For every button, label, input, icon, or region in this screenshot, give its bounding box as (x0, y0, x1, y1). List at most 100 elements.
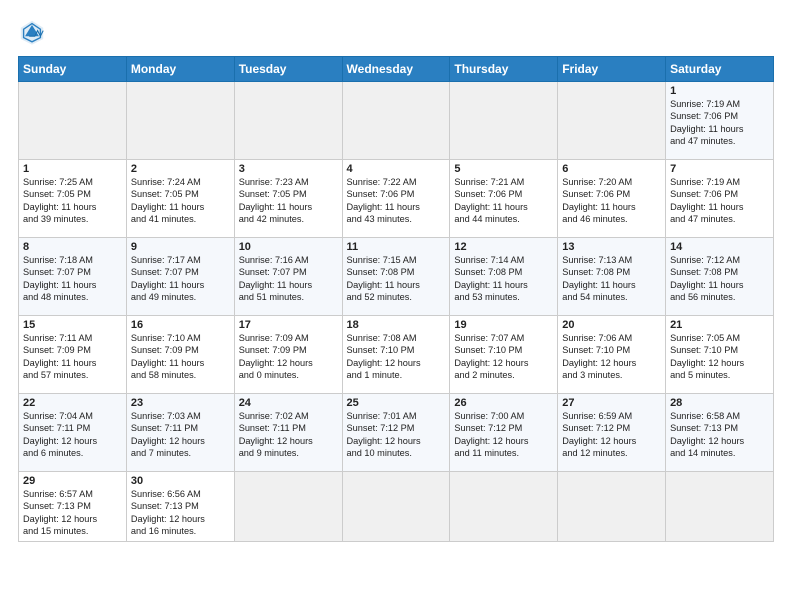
day-detail: Daylight: 11 hours (131, 279, 230, 291)
calendar-week-row: 8Sunrise: 7:18 AMSunset: 7:07 PMDaylight… (19, 238, 774, 316)
table-row (342, 82, 450, 160)
day-detail: Sunset: 7:10 PM (562, 344, 661, 356)
day-number: 1 (670, 85, 769, 97)
table-row: 7Sunrise: 7:19 AMSunset: 7:06 PMDaylight… (666, 160, 774, 238)
day-detail: Daylight: 11 hours (239, 279, 338, 291)
day-detail: Sunrise: 7:16 AM (239, 254, 338, 266)
day-detail: Sunrise: 7:00 AM (454, 410, 553, 422)
table-row: 20Sunrise: 7:06 AMSunset: 7:10 PMDayligh… (558, 316, 666, 394)
day-detail: Daylight: 12 hours (239, 357, 338, 369)
table-row: 3Sunrise: 7:23 AMSunset: 7:05 PMDaylight… (234, 160, 342, 238)
day-number: 18 (347, 319, 446, 331)
calendar-table: Sunday Monday Tuesday Wednesday Thursday… (18, 56, 774, 542)
day-number: 5 (454, 163, 553, 175)
table-row: 11Sunrise: 7:15 AMSunset: 7:08 PMDayligh… (342, 238, 450, 316)
day-detail: Sunrise: 7:25 AM (23, 176, 122, 188)
day-detail: and 2 minutes. (454, 369, 553, 381)
table-row (126, 82, 234, 160)
day-detail: Sunset: 7:06 PM (347, 188, 446, 200)
day-detail: and 6 minutes. (23, 447, 122, 459)
col-thursday: Thursday (450, 57, 558, 82)
day-detail: Sunrise: 7:11 AM (23, 332, 122, 344)
day-detail: Sunset: 7:10 PM (454, 344, 553, 356)
day-detail: and 46 minutes. (562, 213, 661, 225)
day-detail: and 15 minutes. (23, 525, 122, 537)
day-detail: Sunrise: 7:14 AM (454, 254, 553, 266)
day-detail: Sunset: 7:08 PM (347, 266, 446, 278)
day-detail: and 41 minutes. (131, 213, 230, 225)
day-detail: Sunrise: 7:18 AM (23, 254, 122, 266)
day-detail: Sunrise: 7:09 AM (239, 332, 338, 344)
logo (18, 18, 48, 46)
day-detail: Sunrise: 7:04 AM (23, 410, 122, 422)
day-number: 11 (347, 241, 446, 253)
day-detail: Sunset: 7:13 PM (23, 500, 122, 512)
table-row: 14Sunrise: 7:12 AMSunset: 7:08 PMDayligh… (666, 238, 774, 316)
day-detail: and 7 minutes. (131, 447, 230, 459)
day-detail: and 57 minutes. (23, 369, 122, 381)
day-number: 12 (454, 241, 553, 253)
col-monday: Monday (126, 57, 234, 82)
day-detail: and 5 minutes. (670, 369, 769, 381)
day-detail: Sunset: 7:07 PM (131, 266, 230, 278)
day-detail: and 1 minute. (347, 369, 446, 381)
col-sunday: Sunday (19, 57, 127, 82)
table-row: 12Sunrise: 7:14 AMSunset: 7:08 PMDayligh… (450, 238, 558, 316)
day-number: 22 (23, 397, 122, 409)
day-number: 28 (670, 397, 769, 409)
table-row: 2Sunrise: 7:24 AMSunset: 7:05 PMDaylight… (126, 160, 234, 238)
day-detail: and 12 minutes. (562, 447, 661, 459)
day-detail: Daylight: 11 hours (347, 201, 446, 213)
col-saturday: Saturday (666, 57, 774, 82)
logo-icon (18, 18, 46, 46)
day-detail: Daylight: 12 hours (670, 435, 769, 447)
day-detail: Daylight: 12 hours (562, 435, 661, 447)
day-detail: and 9 minutes. (239, 447, 338, 459)
day-detail: Sunrise: 7:20 AM (562, 176, 661, 188)
day-detail: Sunrise: 7:21 AM (454, 176, 553, 188)
table-row: 29Sunrise: 6:57 AMSunset: 7:13 PMDayligh… (19, 472, 127, 542)
day-number: 1 (23, 163, 122, 175)
table-row: 8Sunrise: 7:18 AMSunset: 7:07 PMDaylight… (19, 238, 127, 316)
day-detail: Daylight: 11 hours (23, 279, 122, 291)
day-detail: Daylight: 11 hours (239, 201, 338, 213)
calendar-header-row: Sunday Monday Tuesday Wednesday Thursday… (19, 57, 774, 82)
day-number: 13 (562, 241, 661, 253)
day-detail: Daylight: 11 hours (454, 201, 553, 213)
day-detail: and 54 minutes. (562, 291, 661, 303)
day-number: 10 (239, 241, 338, 253)
day-detail: Daylight: 11 hours (670, 201, 769, 213)
day-detail: Sunset: 7:12 PM (454, 422, 553, 434)
day-detail: Sunrise: 7:01 AM (347, 410, 446, 422)
table-row (450, 82, 558, 160)
day-detail: Daylight: 11 hours (562, 279, 661, 291)
table-row: 10Sunrise: 7:16 AMSunset: 7:07 PMDayligh… (234, 238, 342, 316)
table-row: 25Sunrise: 7:01 AMSunset: 7:12 PMDayligh… (342, 394, 450, 472)
day-detail: Sunrise: 6:58 AM (670, 410, 769, 422)
day-detail: Daylight: 12 hours (454, 435, 553, 447)
table-row: 22Sunrise: 7:04 AMSunset: 7:11 PMDayligh… (19, 394, 127, 472)
day-detail: and 49 minutes. (131, 291, 230, 303)
day-detail: and 51 minutes. (239, 291, 338, 303)
table-row: 30Sunrise: 6:56 AMSunset: 7:13 PMDayligh… (126, 472, 234, 542)
day-detail: Sunset: 7:08 PM (562, 266, 661, 278)
table-row: 4Sunrise: 7:22 AMSunset: 7:06 PMDaylight… (342, 160, 450, 238)
day-detail: Sunrise: 7:06 AM (562, 332, 661, 344)
table-row (666, 472, 774, 542)
day-number: 16 (131, 319, 230, 331)
day-detail: Daylight: 11 hours (562, 201, 661, 213)
day-number: 17 (239, 319, 338, 331)
day-detail: and 14 minutes. (670, 447, 769, 459)
day-number: 7 (670, 163, 769, 175)
day-detail: and 58 minutes. (131, 369, 230, 381)
day-number: 29 (23, 475, 122, 487)
day-detail: Sunset: 7:07 PM (239, 266, 338, 278)
day-detail: Daylight: 12 hours (239, 435, 338, 447)
table-row: 27Sunrise: 6:59 AMSunset: 7:12 PMDayligh… (558, 394, 666, 472)
day-detail: and 53 minutes. (454, 291, 553, 303)
day-detail: Sunset: 7:06 PM (454, 188, 553, 200)
day-detail: Sunrise: 7:03 AM (131, 410, 230, 422)
table-row (450, 472, 558, 542)
day-detail: and 47 minutes. (670, 135, 769, 147)
table-row (234, 472, 342, 542)
